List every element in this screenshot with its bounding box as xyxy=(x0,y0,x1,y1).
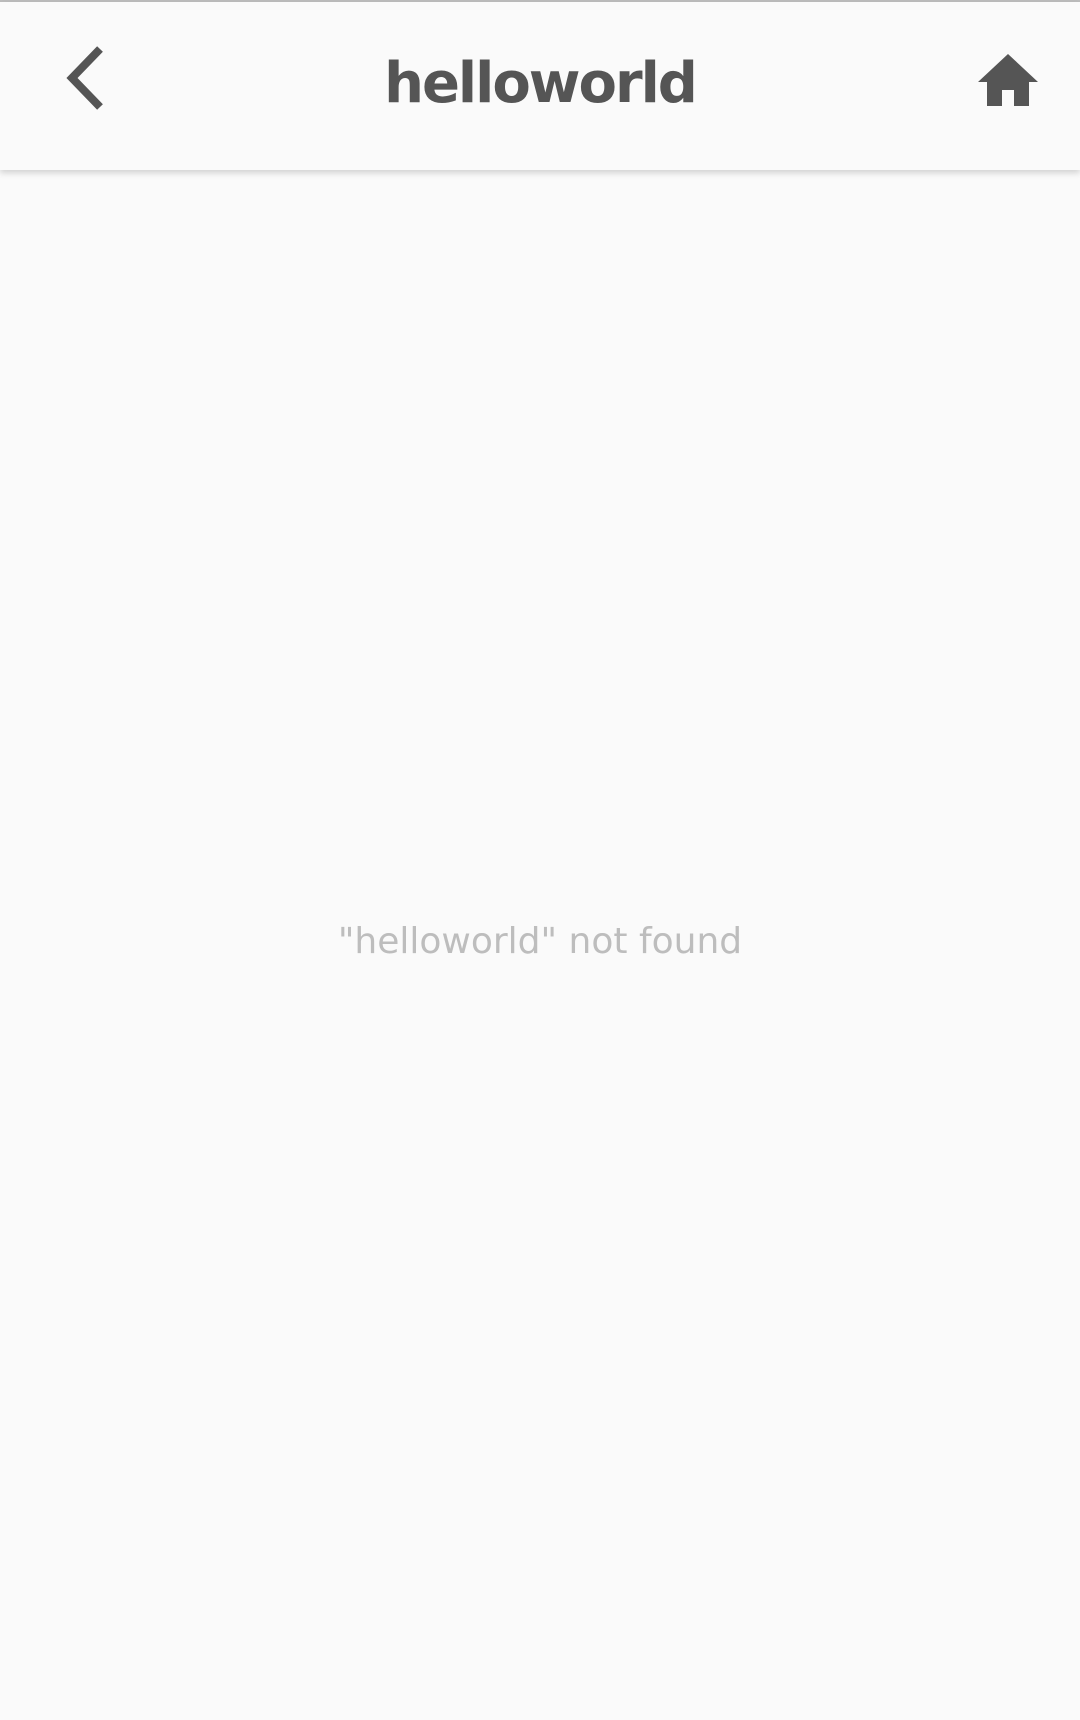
back-button[interactable] xyxy=(44,36,128,120)
screen: helloworld "helloworld" not found xyxy=(0,0,1080,1720)
home-button[interactable] xyxy=(964,36,1052,124)
page-title: helloworld xyxy=(384,51,698,116)
app-bar: helloworld xyxy=(0,2,1080,170)
not-found-message: "helloworld" not found xyxy=(337,921,743,962)
chevron-left-icon xyxy=(66,46,103,110)
home-icon xyxy=(978,54,1038,106)
content-area: "helloworld" not found xyxy=(0,172,1080,1720)
